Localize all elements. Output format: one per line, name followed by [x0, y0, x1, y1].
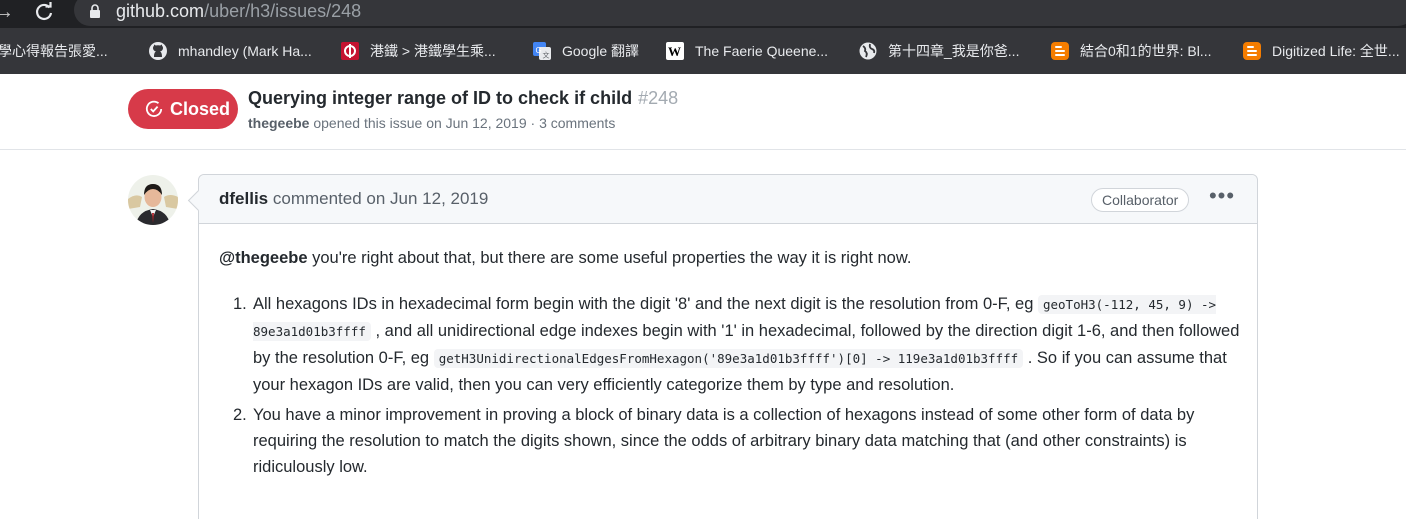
- intro-text: you're right about that, but there are s…: [307, 249, 912, 267]
- ordered-list: 1. All hexagons IDs in hexadecimal form …: [233, 291, 1243, 480]
- status-badge: Closed: [128, 89, 238, 129]
- mtr-icon: [340, 41, 360, 61]
- issue-author-link[interactable]: thegeebe: [248, 115, 309, 131]
- browser-address-bar: → github.com/uber/h3/issues/248: [0, 0, 1406, 28]
- bookmarks-bar: 學心得報告張愛... mhandley (Mark Ha... 港鐵 > 港鐵學…: [0, 28, 1406, 74]
- bookmark-label: Digitized Life: 全世...: [1272, 43, 1400, 59]
- avatar[interactable]: [128, 175, 178, 225]
- bookmark-item[interactable]: Digitized Life: 全世...: [1242, 40, 1400, 62]
- bookmark-item[interactable]: mhandley (Mark Ha...: [148, 40, 312, 62]
- url-host: github.com: [116, 1, 205, 21]
- bookmark-item[interactable]: W The Faerie Queene...: [665, 40, 828, 62]
- wikipedia-icon: W: [665, 41, 685, 61]
- list-item-text: All hexagons IDs in hexadecimal form beg…: [253, 295, 1038, 313]
- comment-body: @thegeebe you're right about that, but t…: [219, 245, 1239, 476]
- inline-code: getH3UnidirectionalEdgesFromHexagon('89e…: [433, 349, 1024, 368]
- blogger-icon: [1242, 41, 1262, 61]
- issue-title: Querying integer range of ID to check if…: [248, 88, 678, 109]
- svg-text:W: W: [668, 44, 681, 59]
- google-translate-icon: G文: [532, 41, 552, 61]
- issue-meta-text: opened this issue on Jun 12, 2019 · 3 co…: [313, 115, 616, 131]
- issue-closed-icon: [145, 100, 163, 117]
- issue-header: Closed Querying integer range of ID to c…: [0, 74, 1406, 150]
- comment-timestamp[interactable]: commented on Jun 12, 2019: [273, 189, 488, 208]
- bookmark-item[interactable]: 結合0和1的世界: Bl...: [1050, 40, 1211, 62]
- comment-box: dfellis commented on Jun 12, 2019 Collab…: [198, 174, 1258, 519]
- globe-icon: [858, 41, 878, 61]
- bookmark-item[interactable]: G文 Google 翻譯: [532, 40, 639, 62]
- svg-text:文: 文: [543, 51, 550, 60]
- list-item: 1. All hexagons IDs in hexadecimal form …: [233, 291, 1243, 398]
- svg-text:G: G: [536, 46, 542, 55]
- url-path: /uber/h3/issues/248: [204, 1, 362, 21]
- forward-arrow-icon[interactable]: →: [0, 0, 14, 28]
- github-icon: [148, 41, 168, 61]
- issue-number: #248: [638, 88, 679, 108]
- more-options-icon[interactable]: •••: [1207, 185, 1237, 212]
- comment-author-line: dfellis commented on Jun 12, 2019: [219, 189, 488, 209]
- collaborator-badge: Collaborator: [1091, 188, 1190, 212]
- reload-icon[interactable]: [34, 0, 54, 28]
- bookmark-label: 結合0和1的世界: Bl...: [1080, 43, 1212, 59]
- bookmark-item[interactable]: 第十四章_我是你爸...: [858, 40, 1019, 62]
- list-number: 1.: [233, 295, 247, 313]
- comment-intro: @thegeebe you're right about that, but t…: [219, 245, 1239, 271]
- bookmark-item[interactable]: 港鐵 > 港鐵學生乘...: [340, 40, 496, 62]
- bookmark-item[interactable]: 學心得報告張愛...: [0, 40, 108, 62]
- bookmark-label: Google 翻譯: [562, 43, 640, 59]
- url-text[interactable]: github.com/uber/h3/issues/248: [116, 0, 361, 22]
- lock-icon: [90, 4, 100, 18]
- bookmark-label: 學心得報告張愛...: [0, 43, 108, 59]
- bookmark-label: 第十四章_我是你爸...: [888, 43, 1020, 59]
- issue-title-text: Querying integer range of ID to check if…: [248, 88, 633, 108]
- list-number: 2.: [233, 406, 247, 424]
- comment-author-link[interactable]: dfellis: [219, 189, 268, 208]
- status-label: Closed: [170, 98, 231, 119]
- issue-meta: thegeebe opened this issue on Jun 12, 20…: [248, 115, 615, 131]
- user-mention-link[interactable]: @thegeebe: [219, 249, 308, 267]
- comment-header: dfellis commented on Jun 12, 2019 Collab…: [199, 175, 1257, 224]
- bookmark-label: 港鐵 > 港鐵學生乘...: [370, 43, 496, 59]
- blogger-icon: [1050, 41, 1070, 61]
- bookmark-label: The Faerie Queene...: [695, 43, 829, 59]
- list-item: 2. You have a minor improvement in provi…: [233, 402, 1243, 480]
- bookmark-label: mhandley (Mark Ha...: [178, 43, 312, 59]
- list-item-text: You have a minor improvement in proving …: [253, 406, 1195, 476]
